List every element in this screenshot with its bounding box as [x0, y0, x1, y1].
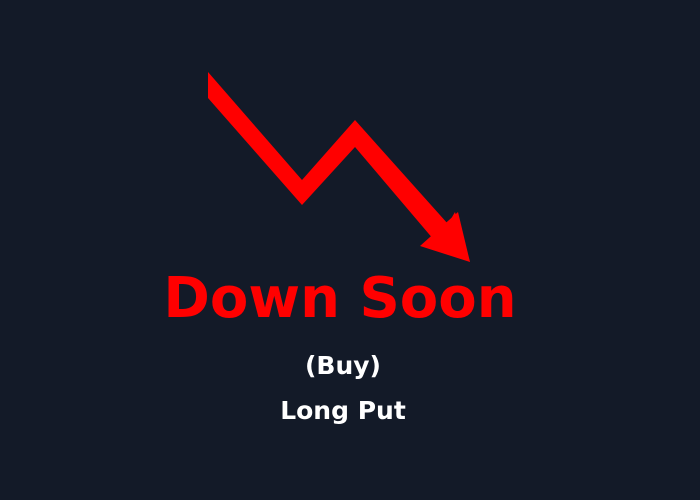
headline: Down Soon	[163, 266, 517, 331]
poster: Down Soon (Buy) Long Put	[0, 0, 700, 500]
action-label: (Buy)	[304, 351, 381, 380]
strategy-label: Long Put	[280, 396, 406, 425]
